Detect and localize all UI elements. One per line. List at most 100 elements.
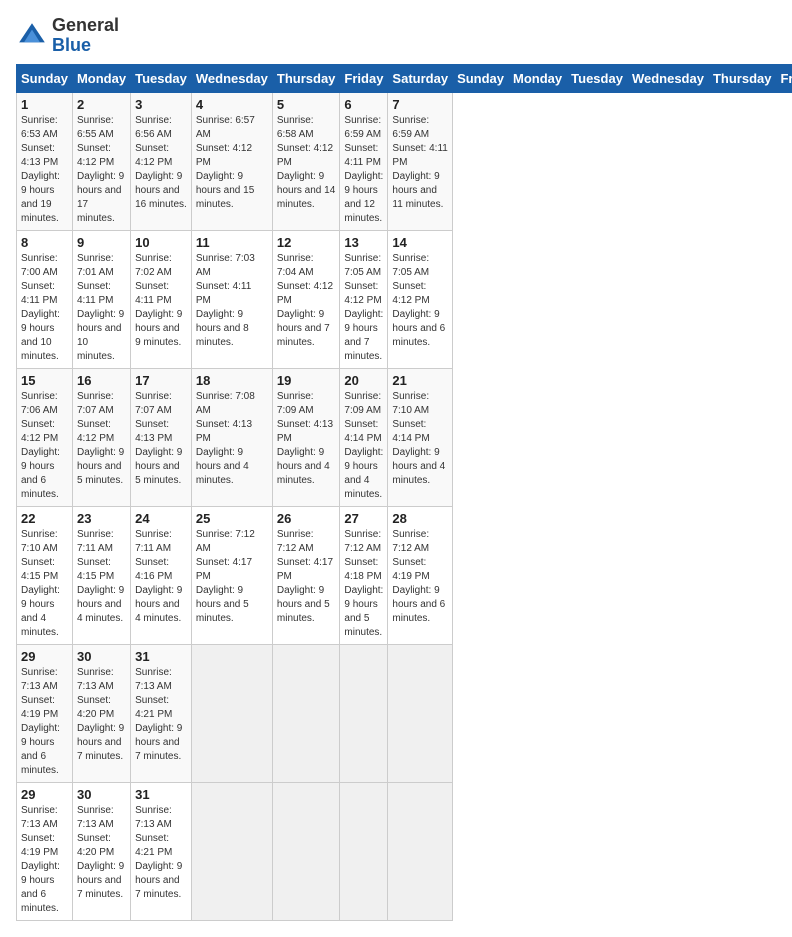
table-row: 11 Sunrise: 7:03 AMSunset: 4:11 PMDaylig… <box>191 230 272 368</box>
day-info: Sunrise: 6:59 AMSunset: 4:11 PMDaylight:… <box>344 114 383 226</box>
calendar-week-6: 29 Sunrise: 7:13 AMSunset: 4:19 PMDaylig… <box>17 782 792 920</box>
day-info: Sunrise: 7:12 AMSunset: 4:17 PMDaylight:… <box>277 528 336 626</box>
table-row: 26 Sunrise: 7:12 AMSunset: 4:17 PMDaylig… <box>272 506 340 644</box>
table-row: 21 Sunrise: 7:10 AMSunset: 4:14 PMDaylig… <box>388 368 453 506</box>
header-tuesday: Tuesday <box>131 64 192 92</box>
day-info: Sunrise: 7:01 AMSunset: 4:11 PMDaylight:… <box>77 252 126 364</box>
calendar-table: SundayMondayTuesdayWednesdayThursdayFrid… <box>16 64 792 921</box>
table-row: 4 Sunrise: 6:57 AMSunset: 4:12 PMDayligh… <box>191 92 272 230</box>
day-info: Sunrise: 6:55 AMSunset: 4:12 PMDaylight:… <box>77 114 126 226</box>
table-row: 16 Sunrise: 7:07 AMSunset: 4:12 PMDaylig… <box>72 368 130 506</box>
table-row <box>340 644 388 782</box>
table-row <box>388 782 453 920</box>
day-number: 7 <box>392 97 448 112</box>
header-tuesday: Tuesday <box>567 64 628 92</box>
day-info: Sunrise: 7:05 AMSunset: 4:12 PMDaylight:… <box>392 252 448 350</box>
table-row: 5 Sunrise: 6:58 AMSunset: 4:12 PMDayligh… <box>272 92 340 230</box>
logo-blue: Blue <box>52 35 91 55</box>
header-wednesday: Wednesday <box>627 64 708 92</box>
day-number: 21 <box>392 373 448 388</box>
table-row <box>388 644 453 782</box>
day-number: 29 <box>21 787 68 802</box>
table-row: 15 Sunrise: 7:06 AMSunset: 4:12 PMDaylig… <box>17 368 73 506</box>
table-row: 31 Sunrise: 7:13 AMSunset: 4:21 PMDaylig… <box>131 782 192 920</box>
day-number: 20 <box>344 373 383 388</box>
day-info: Sunrise: 7:04 AMSunset: 4:12 PMDaylight:… <box>277 252 336 350</box>
table-row: 9 Sunrise: 7:01 AMSunset: 4:11 PMDayligh… <box>72 230 130 368</box>
day-info: Sunrise: 6:53 AMSunset: 4:13 PMDaylight:… <box>21 114 68 226</box>
header-friday: Friday <box>776 64 792 92</box>
calendar-week-4: 22 Sunrise: 7:10 AMSunset: 4:15 PMDaylig… <box>17 506 792 644</box>
header-wednesday: Wednesday <box>191 64 272 92</box>
table-row: 30 Sunrise: 7:13 AMSunset: 4:20 PMDaylig… <box>72 782 130 920</box>
calendar-week-5: 29 Sunrise: 7:13 AMSunset: 4:19 PMDaylig… <box>17 644 792 782</box>
table-row: 10 Sunrise: 7:02 AMSunset: 4:11 PMDaylig… <box>131 230 192 368</box>
day-number: 2 <box>77 97 126 112</box>
table-row: 28 Sunrise: 7:12 AMSunset: 4:19 PMDaylig… <box>388 506 453 644</box>
day-number: 13 <box>344 235 383 250</box>
day-number: 1 <box>21 97 68 112</box>
day-info: Sunrise: 6:58 AMSunset: 4:12 PMDaylight:… <box>277 114 336 212</box>
table-row: 20 Sunrise: 7:09 AMSunset: 4:14 PMDaylig… <box>340 368 388 506</box>
table-row: 8 Sunrise: 7:00 AMSunset: 4:11 PMDayligh… <box>17 230 73 368</box>
table-row: 30 Sunrise: 7:13 AMSunset: 4:20 PMDaylig… <box>72 644 130 782</box>
day-info: Sunrise: 6:59 AMSunset: 4:11 PMDaylight:… <box>392 114 448 212</box>
table-row: 13 Sunrise: 7:05 AMSunset: 4:12 PMDaylig… <box>340 230 388 368</box>
table-row <box>191 644 272 782</box>
day-number: 15 <box>21 373 68 388</box>
day-info: Sunrise: 7:09 AMSunset: 4:13 PMDaylight:… <box>277 390 336 488</box>
table-row <box>340 782 388 920</box>
day-number: 8 <box>21 235 68 250</box>
day-info: Sunrise: 6:56 AMSunset: 4:12 PMDaylight:… <box>135 114 187 212</box>
table-row: 14 Sunrise: 7:05 AMSunset: 4:12 PMDaylig… <box>388 230 453 368</box>
table-row: 18 Sunrise: 7:08 AMSunset: 4:13 PMDaylig… <box>191 368 272 506</box>
day-number: 19 <box>277 373 336 388</box>
table-row <box>191 782 272 920</box>
day-number: 5 <box>277 97 336 112</box>
day-info: Sunrise: 7:11 AMSunset: 4:16 PMDaylight:… <box>135 528 187 626</box>
day-number: 22 <box>21 511 68 526</box>
header-thursday: Thursday <box>272 64 340 92</box>
table-row: 2 Sunrise: 6:55 AMSunset: 4:12 PMDayligh… <box>72 92 130 230</box>
day-info: Sunrise: 7:00 AMSunset: 4:11 PMDaylight:… <box>21 252 68 364</box>
day-number: 25 <box>196 511 268 526</box>
day-info: Sunrise: 7:06 AMSunset: 4:12 PMDaylight:… <box>21 390 68 502</box>
table-row: 19 Sunrise: 7:09 AMSunset: 4:13 PMDaylig… <box>272 368 340 506</box>
logo-general: General <box>52 15 119 35</box>
day-number: 24 <box>135 511 187 526</box>
day-number: 27 <box>344 511 383 526</box>
calendar-week-1: 1 Sunrise: 6:53 AMSunset: 4:13 PMDayligh… <box>17 92 792 230</box>
table-row: 7 Sunrise: 6:59 AMSunset: 4:11 PMDayligh… <box>388 92 453 230</box>
table-row: 29 Sunrise: 7:13 AMSunset: 4:19 PMDaylig… <box>17 644 73 782</box>
page-header: General Blue <box>16 16 776 56</box>
table-row: 27 Sunrise: 7:12 AMSunset: 4:18 PMDaylig… <box>340 506 388 644</box>
day-info: Sunrise: 7:13 AMSunset: 4:20 PMDaylight:… <box>77 666 126 764</box>
day-number: 14 <box>392 235 448 250</box>
day-info: Sunrise: 7:07 AMSunset: 4:12 PMDaylight:… <box>77 390 126 488</box>
day-info: Sunrise: 7:02 AMSunset: 4:11 PMDaylight:… <box>135 252 187 350</box>
day-number: 4 <box>196 97 268 112</box>
day-info: Sunrise: 7:03 AMSunset: 4:11 PMDaylight:… <box>196 252 268 350</box>
table-row: 3 Sunrise: 6:56 AMSunset: 4:12 PMDayligh… <box>131 92 192 230</box>
day-number: 31 <box>135 649 187 664</box>
day-info: Sunrise: 7:13 AMSunset: 4:19 PMDaylight:… <box>21 666 68 778</box>
day-number: 28 <box>392 511 448 526</box>
day-info: Sunrise: 7:12 AMSunset: 4:19 PMDaylight:… <box>392 528 448 626</box>
table-row: 1 Sunrise: 6:53 AMSunset: 4:13 PMDayligh… <box>17 92 73 230</box>
logo-icon <box>16 20 48 52</box>
header-sunday: Sunday <box>17 64 73 92</box>
table-row: 23 Sunrise: 7:11 AMSunset: 4:15 PMDaylig… <box>72 506 130 644</box>
calendar-header-row: SundayMondayTuesdayWednesdayThursdayFrid… <box>17 64 792 92</box>
day-number: 10 <box>135 235 187 250</box>
header-saturday: Saturday <box>388 64 453 92</box>
day-number: 29 <box>21 649 68 664</box>
day-number: 30 <box>77 787 126 802</box>
header-friday: Friday <box>340 64 388 92</box>
day-number: 11 <box>196 235 268 250</box>
table-row: 31 Sunrise: 7:13 AMSunset: 4:21 PMDaylig… <box>131 644 192 782</box>
day-number: 16 <box>77 373 126 388</box>
day-number: 18 <box>196 373 268 388</box>
calendar-week-3: 15 Sunrise: 7:06 AMSunset: 4:12 PMDaylig… <box>17 368 792 506</box>
day-info: Sunrise: 7:09 AMSunset: 4:14 PMDaylight:… <box>344 390 383 502</box>
table-row: 6 Sunrise: 6:59 AMSunset: 4:11 PMDayligh… <box>340 92 388 230</box>
